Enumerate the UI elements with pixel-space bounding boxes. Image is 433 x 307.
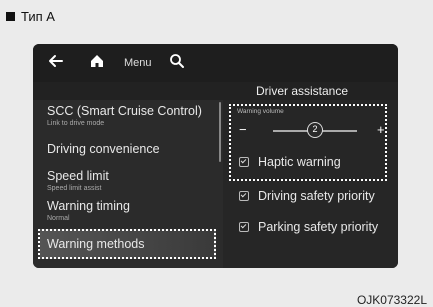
option-label: Haptic warning: [258, 155, 341, 169]
left-menu-item-label: Warning timing: [47, 199, 130, 213]
menu-label[interactable]: Menu: [124, 57, 152, 69]
type-square-icon: [6, 12, 15, 21]
infotainment-screen: Menu Driver assistance SCC (Smart Cruise…: [33, 44, 398, 268]
option-label: Driving safety priority: [258, 189, 375, 203]
checkbox-checked-icon[interactable]: [239, 222, 249, 232]
panel-title: Driver assistance: [256, 84, 349, 98]
checkbox-checked-icon[interactable]: [239, 191, 249, 201]
left-menu-item-scc[interactable]: SCC (Smart Cruise Control) Link to drive…: [47, 104, 202, 127]
left-menu-item-label: Driving convenience: [47, 142, 160, 156]
top-bar: Menu: [33, 44, 398, 82]
left-menu-item-driving-convenience[interactable]: Driving convenience: [47, 142, 160, 156]
left-menu-item-label: Warning methods: [47, 237, 145, 251]
warning-volume-highlight: [229, 104, 387, 181]
option-label: Parking safety priority: [258, 220, 379, 234]
left-menu-item-warning-methods[interactable]: Warning methods: [47, 237, 145, 251]
volume-minus-button[interactable]: −: [239, 122, 247, 137]
left-menu-item-speed-limit[interactable]: Speed limit Speed limit assist: [47, 169, 109, 192]
left-menu-item-sub: Normal: [47, 215, 70, 222]
left-menu-item-sub: Link to drive mode: [47, 120, 105, 127]
type-label: Тип А: [6, 9, 55, 24]
option-parking-safety-priority[interactable]: Parking safety priority: [239, 220, 378, 234]
left-menu-item-warning-timing[interactable]: Warning timing Normal: [47, 199, 130, 222]
option-driving-safety-priority[interactable]: Driving safety priority: [239, 189, 375, 203]
left-menu-item-label: Speed limit: [47, 169, 109, 183]
left-menu-scrollbar[interactable]: [219, 102, 221, 162]
back-arrow-icon[interactable]: [47, 52, 65, 75]
volume-plus-button[interactable]: +: [377, 122, 385, 137]
type-label-text: Тип А: [21, 9, 55, 24]
volume-slider-knob[interactable]: 2: [307, 122, 323, 138]
home-icon[interactable]: [88, 52, 106, 75]
checkbox-checked-icon[interactable]: [239, 157, 249, 167]
warning-volume-label: Warning volume: [237, 108, 284, 115]
option-haptic-warning[interactable]: Haptic warning: [239, 155, 341, 169]
search-icon[interactable]: [168, 52, 186, 75]
left-menu-item-label: SCC (Smart Cruise Control): [47, 104, 202, 118]
left-menu-item-sub: Speed limit assist: [47, 185, 102, 192]
